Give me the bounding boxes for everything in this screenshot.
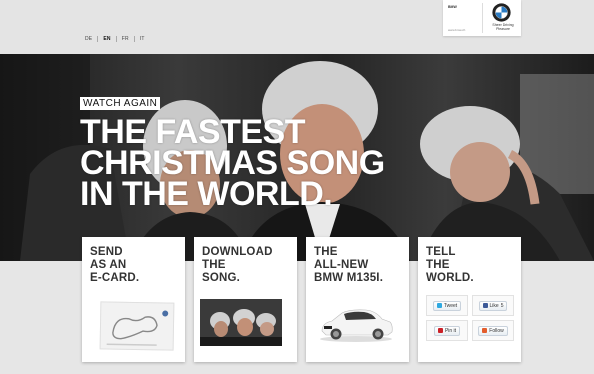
race-track-icon — [106, 310, 169, 346]
bmw-m135i-card[interactable]: THE ALL-NEW BMW M135i. — [306, 237, 409, 362]
brand-small-text: BMW — [448, 5, 457, 9]
card-title-line: THE — [426, 259, 450, 271]
card-title-line: SONG. — [202, 272, 241, 284]
watch-again-button[interactable]: WATCH AGAIN — [80, 97, 161, 110]
card-title-line: ALL-NEW — [314, 259, 369, 271]
top-bar: DE EN FR IT BMW www.bmw.ch Sheer Driving… — [0, 0, 594, 54]
video-still-icon — [200, 299, 282, 346]
language-switcher: DE EN FR IT — [80, 36, 150, 42]
bmw-roundel-icon[interactable] — [492, 3, 511, 22]
card-title-line: WORLD. — [426, 272, 474, 284]
follow-button[interactable]: Follow — [478, 325, 508, 336]
like-label: Like — [489, 302, 499, 309]
download-song-card[interactable]: DOWNLOAD THE SONG. — [194, 237, 297, 362]
language-en[interactable]: EN — [97, 36, 115, 42]
hero-video[interactable]: WATCH AGAIN THE FASTEST CHRISTMAS SONG I… — [0, 54, 594, 261]
card-title-line: DOWNLOAD — [202, 246, 273, 258]
card-title-line: AS AN — [90, 259, 127, 271]
tweet-button-cell: Tweet — [426, 295, 468, 316]
hero-headline: THE FASTEST CHRISTMAS SONG IN THE WORLD. — [80, 115, 500, 213]
social-buttons: Tweet Like 5 Pin it Follow — [426, 295, 514, 341]
card-title: SEND AS AN E-CARD. — [90, 246, 182, 285]
tumblr-follow-icon — [482, 328, 488, 333]
facebook-like-icon — [482, 303, 488, 308]
card-title: DOWNLOAD THE SONG. — [202, 246, 294, 285]
language-fr[interactable]: FR — [115, 36, 134, 42]
follow-button-cell: Follow — [472, 320, 514, 341]
pin-it-button[interactable]: Pin it — [433, 325, 461, 336]
card-title-line: SEND — [90, 246, 123, 258]
language-de[interactable]: DE — [80, 36, 97, 42]
card-title: THE ALL-NEW BMW M135i. — [314, 246, 406, 285]
white-car-icon — [320, 309, 393, 342]
video-still-illustration — [200, 299, 282, 346]
like-count: 5 — [500, 302, 504, 309]
follow-label: Follow — [489, 327, 504, 334]
card-title-line: THE — [314, 246, 338, 258]
pin-button-cell: Pin it — [426, 320, 468, 341]
pin-label: Pin it — [444, 327, 457, 334]
card-title-line: TELL — [426, 246, 456, 258]
tell-the-world-card: TELL THE WORLD. Tweet Like 5 Pin it Foll… — [418, 237, 521, 362]
brand-tagline: Sheer Driving Pleasure — [492, 23, 514, 31]
language-it[interactable]: IT — [133, 36, 150, 42]
tweet-button[interactable]: Tweet — [432, 300, 462, 311]
pinterest-icon — [437, 328, 443, 333]
like-button-cell: Like 5 — [472, 295, 514, 316]
card-title-line: BMW M135i. — [314, 272, 384, 284]
logo-divider — [482, 3, 483, 33]
card-title-line: THE — [202, 259, 226, 271]
tweet-label: Tweet — [443, 302, 458, 309]
headline-line: IN THE WORLD. — [80, 175, 333, 213]
card-title: TELL THE WORLD. — [426, 246, 518, 285]
race-track-card-icon — [99, 301, 175, 351]
send-ecard-card[interactable]: SEND AS AN E-CARD. — [82, 237, 185, 362]
like-button[interactable]: Like 5 — [478, 300, 508, 311]
card-title-line: E-CARD. — [90, 272, 140, 284]
twitter-icon — [436, 303, 442, 308]
site-url: www.bmw.ch — [448, 28, 466, 32]
